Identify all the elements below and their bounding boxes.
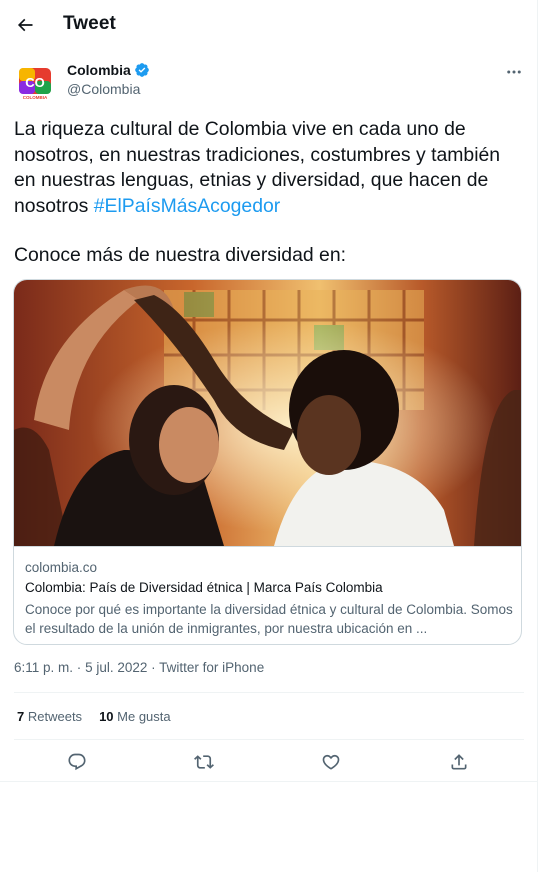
- card-image[interactable]: [14, 280, 521, 546]
- retweets-label: Retweets: [27, 709, 83, 724]
- reply-icon: [68, 753, 86, 771]
- top-bar: Tweet: [0, 0, 538, 50]
- share-button[interactable]: [443, 746, 475, 778]
- tweet-date[interactable]: 5 jul. 2022: [85, 660, 147, 675]
- verified-badge-icon: [134, 63, 149, 77]
- link-card[interactable]: colombia.co Colombia: País de Diversidad…: [13, 279, 522, 645]
- avatar[interactable]: CO COLOMBIA: [14, 62, 56, 104]
- hashtag-link[interactable]: #ElPaísMásAcogedor: [94, 195, 280, 217]
- more-options-button[interactable]: [500, 58, 528, 86]
- tweet-text-second: Conoce más de nuestra diversidad en:: [14, 244, 346, 266]
- tweet-meta: 6:11 p. m. · 5 jul. 2022 · Twitter for i…: [14, 660, 264, 675]
- retweet-button[interactable]: [188, 746, 220, 778]
- heart-icon: [322, 754, 340, 770]
- meta-separator-2: ·: [151, 660, 156, 675]
- tweet-time[interactable]: 6:11 p. m.: [14, 660, 73, 675]
- card-domain: colombia.co: [25, 560, 98, 575]
- likes-stat[interactable]: 10 Me gusta: [99, 709, 171, 724]
- share-icon: [451, 754, 467, 770]
- divider: [0, 781, 538, 782]
- card-title: Colombia: País de Diversidad étnica | Ma…: [25, 580, 383, 595]
- more-dots-icon: [507, 70, 521, 74]
- divider: [14, 692, 524, 693]
- tweet-text: La riqueza cultural de Colombia vive en …: [14, 117, 526, 219]
- avatar-logo-subtext: COLOMBIA: [23, 95, 48, 100]
- author-name-row[interactable]: Colombia: [67, 62, 150, 78]
- retweets-stat[interactable]: 7 Retweets: [17, 709, 82, 724]
- divider: [14, 739, 524, 740]
- action-bar: [0, 746, 538, 778]
- author-name[interactable]: Colombia: [67, 62, 131, 78]
- like-button[interactable]: [315, 746, 347, 778]
- retweet-icon: [194, 755, 214, 769]
- meta-separator: ·: [76, 660, 82, 675]
- tweet-stats: 7 Retweets 10 Me gusta: [17, 709, 171, 724]
- back-button[interactable]: [8, 8, 42, 42]
- tweet-page: Tweet CO COLOMBIA Colombia @Colombia La …: [0, 0, 538, 872]
- reply-button[interactable]: [61, 746, 93, 778]
- avatar-logo-text: CO: [25, 75, 45, 90]
- card-body[interactable]: colombia.co Colombia: País de Diversidad…: [14, 546, 521, 644]
- card-description: Conoce por qué es importante la diversid…: [25, 602, 513, 636]
- page-title: Tweet: [63, 13, 116, 34]
- likes-count: 10: [99, 709, 114, 724]
- tweet-source[interactable]: Twitter for iPhone: [159, 660, 264, 675]
- likes-label: Me gusta: [117, 709, 171, 724]
- author-handle[interactable]: @Colombia: [67, 81, 140, 97]
- retweets-count: 7: [17, 709, 25, 724]
- arrow-left-icon: [17, 18, 33, 32]
